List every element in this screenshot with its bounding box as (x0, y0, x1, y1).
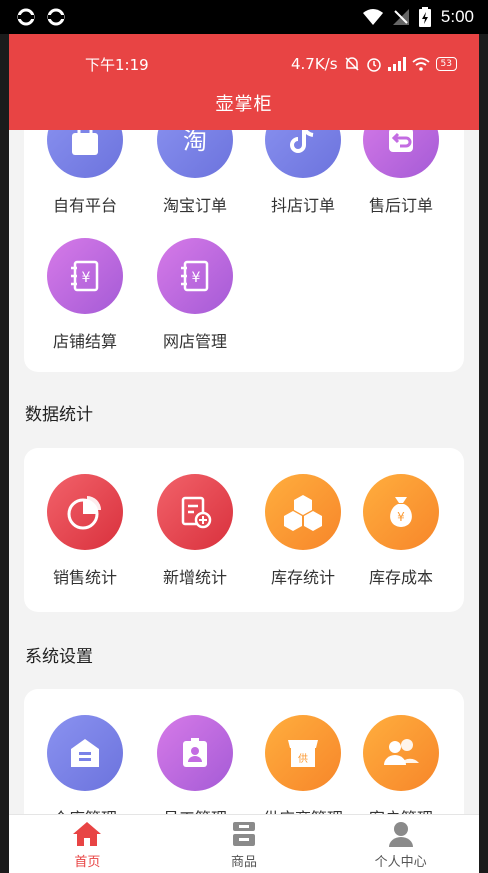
stats-card: 销售统计 新增统计 库存统计 ¥ 库存成本 (24, 448, 464, 612)
stats-section-title: 数据统计 (25, 405, 93, 425)
store-icon: 供 (288, 740, 318, 767)
users-icon (384, 739, 419, 765)
nav-goods[interactable]: 商品 (166, 815, 323, 873)
settlement-icon: ¥ (71, 260, 99, 292)
grid-item-sales-stats[interactable]: 销售统计 (36, 474, 134, 588)
badge-icon (183, 738, 207, 767)
system-clock: 5:00 (440, 7, 474, 26)
boxes-icon (284, 495, 322, 531)
settlement-icon: ¥ (181, 260, 209, 292)
money-bag-icon: ¥ (390, 497, 412, 527)
app-frame: 自有平台 淘 淘宝订单 抖店订单 售后订单 ¥ 店铺结算 ¥ 网店管理 下午1:… (9, 34, 479, 873)
battery-charging-icon (418, 7, 431, 27)
svg-text:¥: ¥ (397, 510, 405, 524)
page-title: 壶掌柜 (215, 94, 273, 115)
svg-text:¥: ¥ (82, 270, 91, 286)
warehouse-icon (71, 739, 99, 767)
grid-item-new-stats[interactable]: 新增统计 (146, 474, 244, 588)
nav-home[interactable]: 首页 (9, 815, 166, 873)
grid-item-warehouse[interactable]: 仓库管理 (36, 715, 134, 829)
nav-profile[interactable]: 个人中心 (322, 815, 479, 873)
grid-item-online-store[interactable]: ¥ 网店管理 (146, 238, 244, 352)
grid-item-inventory-cost[interactable]: ¥ 库存成本 (352, 474, 450, 588)
goods-icon (233, 822, 255, 846)
app-header: 下午1:19 4.7K/s 53 壶掌柜 (9, 34, 479, 130)
svg-text:¥: ¥ (192, 270, 201, 286)
battery-level: 53 (435, 57, 457, 71)
user-icon (388, 822, 413, 847)
sync-icon (17, 8, 35, 26)
pie-chart-icon (67, 496, 101, 530)
svg-text:淘: 淘 (183, 127, 207, 155)
grid-item-staff[interactable]: 员工管理 (146, 715, 244, 829)
grid-item-suppliers[interactable]: 供 供应商管理 (254, 715, 352, 829)
signal-icon (387, 57, 406, 71)
mute-bell-icon (345, 57, 359, 71)
sync-icon (47, 8, 65, 26)
grid-item-customers[interactable]: 客户管理 (352, 715, 450, 829)
settings-section-title: 系统设置 (25, 647, 93, 667)
app-status-bar: 下午1:19 4.7K/s 53 (9, 52, 479, 76)
bottom-nav: 首页 商品 个人中心 (9, 814, 479, 873)
add-document-icon (181, 496, 212, 529)
no-signal-icon (392, 9, 409, 25)
home-icon (73, 822, 102, 846)
network-speed: 4.7K/s (290, 55, 338, 73)
wifi-icon (411, 57, 430, 71)
svg-text:供: 供 (298, 752, 308, 765)
system-status-bar: 5:00 (0, 0, 488, 34)
alarm-icon (366, 58, 381, 72)
wifi-icon (362, 9, 383, 25)
status-time: 下午1:19 (85, 55, 149, 74)
grid-item-inventory-stats[interactable]: 库存统计 (254, 474, 352, 588)
grid-item-store-settlement[interactable]: ¥ 店铺结算 (36, 238, 134, 352)
